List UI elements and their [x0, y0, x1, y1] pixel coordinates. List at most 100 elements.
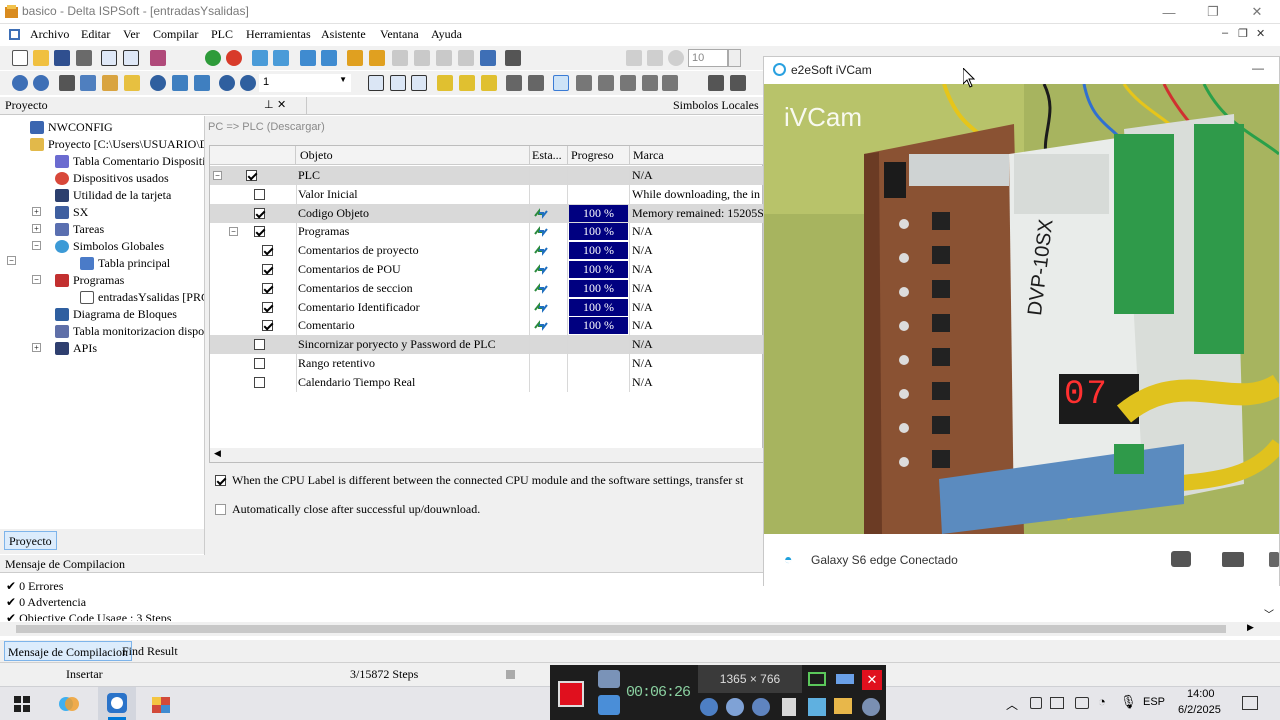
- notification-icon[interactable]: [1242, 696, 1258, 710]
- forward-icon[interactable]: [33, 75, 49, 91]
- tree-item-utilidad[interactable]: Utilidad de la tarjeta: [55, 187, 171, 204]
- menu-compilar[interactable]: Compilar: [153, 27, 198, 42]
- replace-icon[interactable]: [172, 75, 188, 91]
- compile-hscrollbar[interactable]: ▶: [0, 622, 1280, 636]
- tree-item-apis[interactable]: APIs: [55, 340, 97, 357]
- doc-icon[interactable]: [8, 28, 21, 41]
- contact-nc-icon[interactable]: [459, 75, 475, 91]
- cursor-icon[interactable]: [782, 698, 796, 716]
- download-icon[interactable]: [300, 50, 316, 66]
- tray-app-icon[interactable]: [1030, 697, 1042, 709]
- microphone-icon[interactable]: 🎙: [1120, 694, 1137, 710]
- paste-icon[interactable]: [102, 75, 118, 91]
- col-progreso[interactable]: Progreso: [571, 148, 614, 163]
- spin-value-field[interactable]: 10: [688, 49, 728, 67]
- row-checkbox[interactable]: [262, 320, 273, 332]
- function-icon[interactable]: [642, 75, 658, 91]
- bracket-icon[interactable]: [620, 75, 636, 91]
- row-checkbox[interactable]: [246, 170, 257, 181]
- tree-item-proyecto[interactable]: Proyecto [C:\Users\USUARIO\De: [30, 136, 204, 153]
- tree-item-programas[interactable]: Programas: [55, 272, 124, 289]
- menu-herramientas[interactable]: Herramientas: [246, 27, 311, 42]
- tab-find-result[interactable]: Find Result: [122, 644, 178, 659]
- scroll-thumb[interactable]: [16, 625, 1226, 633]
- menu-ventana[interactable]: Ventana: [380, 27, 419, 42]
- horizontal-line-icon[interactable]: [528, 75, 544, 91]
- tree-item-simbolos-globales[interactable]: Simbolos Globales: [55, 238, 164, 255]
- comm-setting-icon[interactable]: [480, 50, 496, 66]
- branch-icon[interactable]: [576, 75, 592, 91]
- coil-icon[interactable]: [481, 75, 497, 91]
- mdi-minimize-icon[interactable]: –: [1222, 27, 1228, 39]
- col-marca[interactable]: Marca: [633, 148, 664, 163]
- col-estado[interactable]: Esta...: [532, 148, 562, 163]
- table-row[interactable]: Codigo Objeto 100 % Memory remained: 15205…: [210, 203, 764, 223]
- zoom-select[interactable]: 1 ▼: [259, 74, 351, 92]
- tab-mensaje-compilacion[interactable]: Mensaje de Compilacion: [4, 641, 132, 661]
- speaker-icon[interactable]: [700, 698, 718, 716]
- network-icon[interactable]: [505, 50, 521, 66]
- ivcam-titlebar[interactable]: e2eSoft iVCam —: [764, 57, 1279, 84]
- view-layout-icon[interactable]: [101, 50, 117, 66]
- table-row[interactable]: Comentarios de POU 100 % N/A: [210, 260, 764, 279]
- mdi-close-icon[interactable]: ✕: [1256, 27, 1265, 40]
- row-checkbox[interactable]: [254, 188, 265, 200]
- pen-icon[interactable]: [808, 698, 826, 716]
- tree-item-diagrama[interactable]: Diagrama de Bloques: [55, 306, 177, 323]
- mdi-restore-icon[interactable]: ❐: [1238, 27, 1248, 40]
- copilot-icon[interactable]: [58, 693, 80, 715]
- run-icon[interactable]: [205, 50, 221, 66]
- new-file-icon[interactable]: [12, 50, 28, 66]
- monitor-icon[interactable]: [347, 50, 363, 66]
- taskbar-ispsoft-button[interactable]: [98, 687, 136, 720]
- row-checkbox[interactable]: [254, 339, 265, 351]
- ladder-view-icon[interactable]: [368, 75, 384, 91]
- webcam-icon[interactable]: [752, 698, 770, 716]
- tree-item-tabla-monitorizacion[interactable]: Tabla monitorizacion disposi: [55, 323, 204, 340]
- tree-item-tabla-comentario[interactable]: Tabla Comentario Dispositiv: [55, 153, 204, 170]
- collapse-programas-icon[interactable]: −: [32, 275, 41, 284]
- folder-icon[interactable]: [834, 698, 852, 714]
- open-folder-icon[interactable]: [33, 50, 49, 66]
- menu-ver[interactable]: Ver: [123, 27, 140, 42]
- table-row[interactable]: Comentario Identificador 100 % N/A: [210, 297, 764, 317]
- windows-start-icon[interactable]: [14, 696, 30, 712]
- auto-close-checkbox[interactable]: [215, 504, 226, 515]
- ivcam-minimize-icon[interactable]: —: [1252, 61, 1264, 75]
- fbd-view-icon[interactable]: [411, 75, 427, 91]
- close-recorder-icon[interactable]: ✕: [862, 670, 882, 690]
- scroll-down-icon[interactable]: ﹀: [1264, 606, 1274, 621]
- settings-icon[interactable]: [1269, 552, 1279, 567]
- table-view-icon[interactable]: [390, 75, 406, 91]
- scroll-left-icon[interactable]: ◀: [214, 448, 221, 459]
- package-icon[interactable]: [150, 693, 172, 715]
- row-checkbox[interactable]: [262, 245, 273, 257]
- contact-no-icon[interactable]: [437, 75, 453, 91]
- table-row[interactable]: Calendario Tiempo Real N/A: [210, 372, 764, 392]
- eraser-icon[interactable]: [124, 75, 140, 91]
- collapse-simbolos-icon[interactable]: −: [32, 241, 41, 250]
- collapse-icon[interactable]: −: [229, 227, 238, 237]
- zoom-in-icon[interactable]: [219, 75, 235, 91]
- table-row[interactable]: Comentario 100 % N/A: [210, 316, 764, 336]
- row-checkbox[interactable]: [262, 264, 273, 275]
- scroll-right-icon[interactable]: ▶: [1247, 622, 1254, 633]
- view-split-icon[interactable]: [123, 50, 139, 66]
- panel-close-icon[interactable]: ✕: [277, 98, 286, 111]
- tab-proyecto[interactable]: Proyecto: [4, 531, 57, 550]
- row-checkbox[interactable]: [254, 207, 265, 219]
- menu-archivo[interactable]: Archivo: [30, 27, 69, 42]
- pause-icon[interactable]: [598, 695, 620, 715]
- menu-plc[interactable]: PLC: [211, 27, 233, 42]
- and-icon[interactable]: [662, 75, 678, 91]
- collapse-icon[interactable]: −: [7, 256, 16, 265]
- table-row[interactable]: Valor Inicial While downloading, the in: [210, 184, 764, 204]
- stop-icon[interactable]: [226, 50, 242, 66]
- restore-button[interactable]: ❐: [1190, 0, 1236, 24]
- tree-item-tabla-principal[interactable]: Tabla principal: [80, 255, 170, 272]
- expand-tareas-icon[interactable]: +: [32, 224, 41, 233]
- row-checkbox[interactable]: [254, 226, 265, 238]
- video-record-icon[interactable]: [1222, 552, 1244, 567]
- pin-icon[interactable]: ⊥: [264, 98, 274, 111]
- tray-display-icon[interactable]: [1075, 697, 1089, 709]
